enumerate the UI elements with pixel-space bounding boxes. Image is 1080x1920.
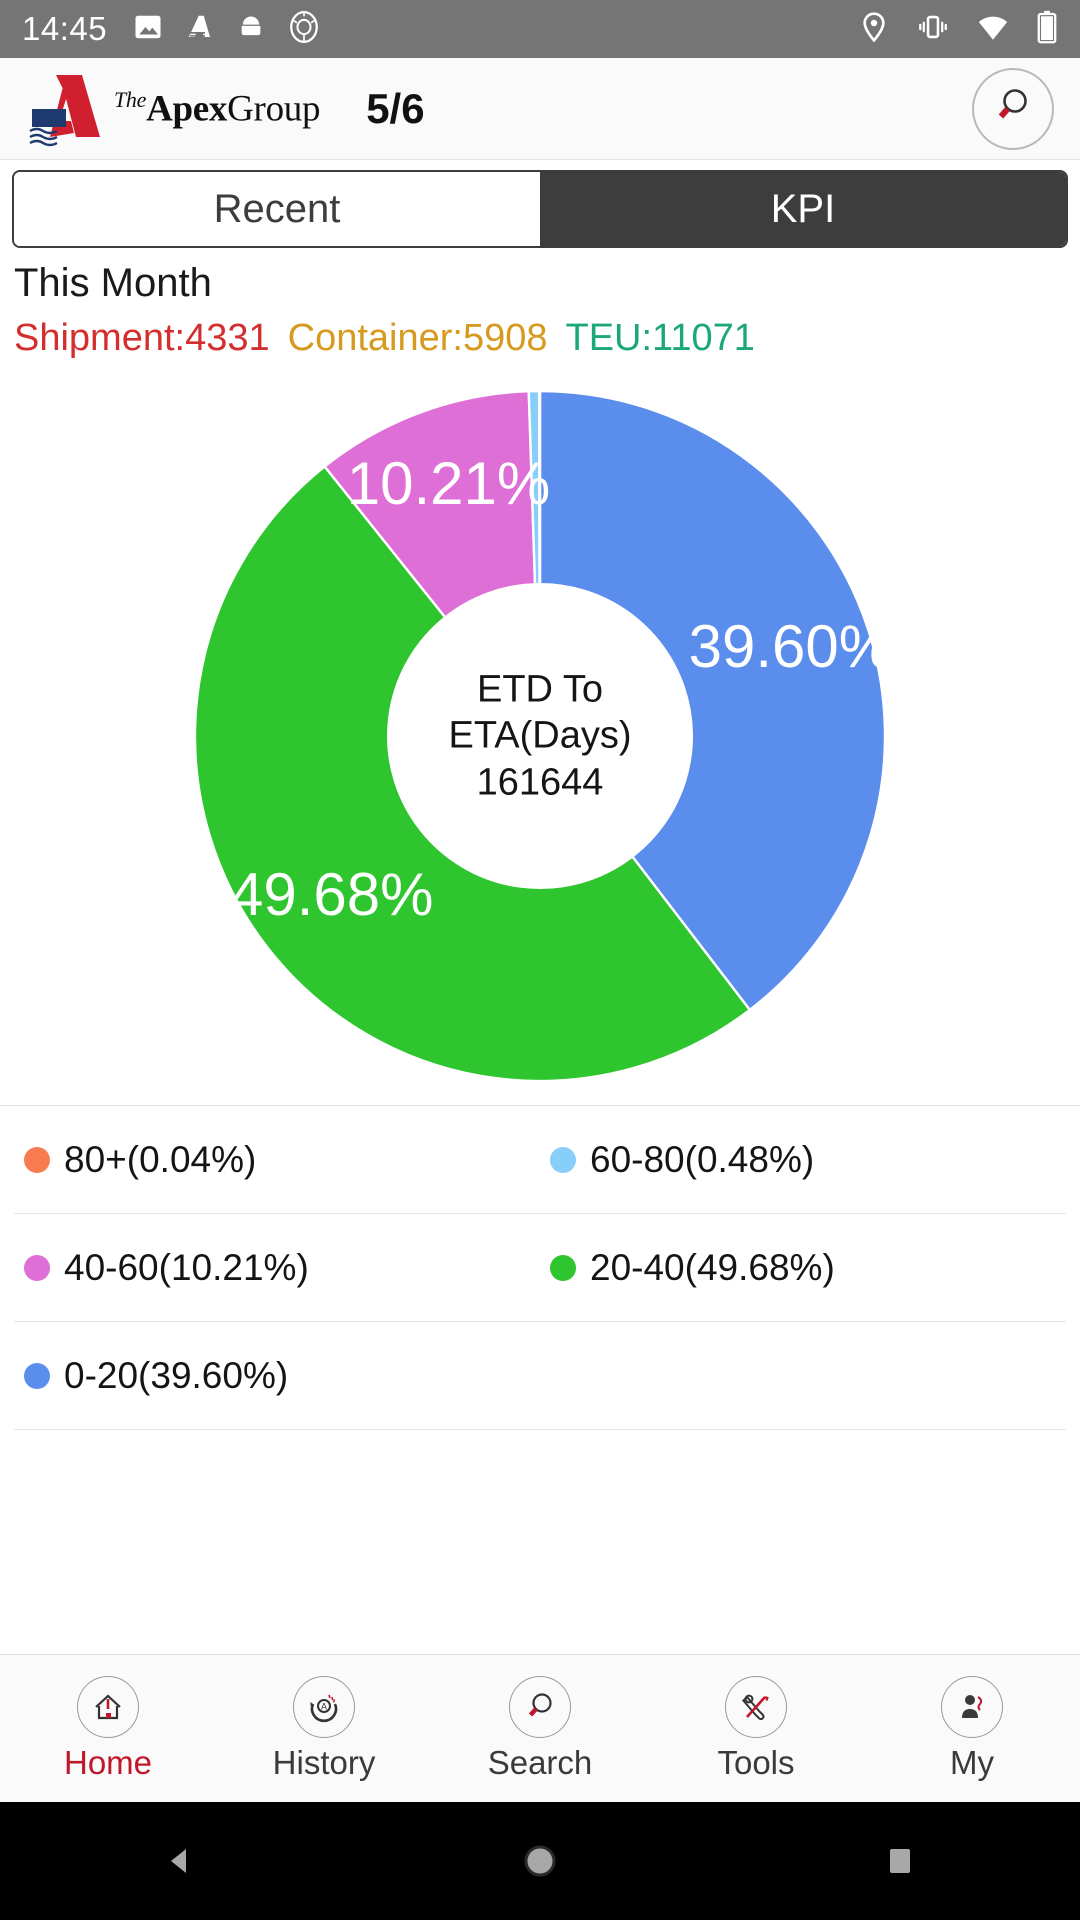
- legend-row: 80+(0.04%) 60-80(0.48%): [14, 1106, 1066, 1215]
- brand-the: The: [114, 86, 147, 112]
- app-header: TheApexGroup 5/6: [0, 58, 1080, 160]
- home-icon: [77, 1675, 139, 1738]
- summary-period-label: This Month: [14, 261, 212, 305]
- stat-container: Container:5908: [287, 317, 548, 360]
- legend-item-60-80[interactable]: 60-80(0.48%): [540, 1139, 1066, 1181]
- vibrate-icon: [916, 10, 950, 49]
- search-icon: [509, 1675, 571, 1738]
- recents-square-icon[interactable]: [810, 1802, 990, 1920]
- legend-dot-icon: [24, 1146, 50, 1173]
- legend-row: 0-20(39.60%): [14, 1322, 1066, 1431]
- status-bar-system-icons: [858, 10, 1058, 49]
- nav-item-tools[interactable]: Tools: [648, 1675, 864, 1782]
- brand-wordmark: TheApexGroup: [114, 87, 320, 130]
- nav-label: Tools: [717, 1743, 795, 1781]
- donut-slice-label-20-40: 49.68%: [230, 861, 434, 928]
- nav-label: History: [272, 1743, 376, 1781]
- home-circle-icon[interactable]: [450, 1802, 630, 1920]
- legend-dot-icon: [550, 1146, 576, 1173]
- legend-label: 0-20(39.60%): [64, 1354, 289, 1396]
- back-triangle-icon[interactable]: [90, 1802, 270, 1920]
- legend-label: 80+(0.04%): [64, 1138, 257, 1180]
- summary-section: This Month Shipment:4331 Container:5908 TE…: [0, 256, 1080, 366]
- battery-icon: [1036, 10, 1058, 49]
- donut-slice-label-0-20: 39.60%: [689, 613, 885, 680]
- nav-item-home[interactable]: Home: [0, 1675, 216, 1782]
- brand-apex: Apex: [146, 88, 228, 130]
- android-status-bar: 14:45: [0, 0, 1080, 58]
- android-navigation-bar: [0, 1802, 1080, 1920]
- nav-label: Search: [487, 1743, 593, 1781]
- nav-label: Home: [63, 1743, 153, 1781]
- svg-text:A: A: [321, 1701, 327, 1711]
- chart-legend: 80+(0.04%) 60-80(0.48%) 40-60(10.21%) 20…: [0, 1106, 1080, 1654]
- legend-item-20-40[interactable]: 20-40(49.68%): [540, 1247, 1066, 1289]
- stat-shipment: Shipment:4331: [14, 317, 270, 360]
- apex-app-icon: [185, 12, 215, 47]
- kpi-chart-area: 39.60% 49.68% 10.21% ETD To ETA(Days) 1616…: [0, 366, 1080, 1107]
- nav-label: My: [950, 1743, 994, 1781]
- tools-icon: [725, 1675, 787, 1738]
- apex-steering-icon: [287, 10, 321, 49]
- legend-item-40-60[interactable]: 40-60(10.21%): [14, 1247, 540, 1289]
- header-search-button[interactable]: [972, 67, 1054, 150]
- tab-kpi[interactable]: KPI: [540, 172, 1066, 246]
- legend-dot-icon: [24, 1362, 50, 1389]
- legend-label: 40-60(10.21%): [64, 1246, 309, 1288]
- nav-item-history[interactable]: A History: [216, 1675, 432, 1782]
- legend-label: 20-40(49.68%): [590, 1246, 835, 1288]
- status-bar-clock: 14:45: [22, 10, 108, 47]
- history-gauge-icon: A: [293, 1675, 355, 1738]
- legend-item-80-plus[interactable]: 80+(0.04%): [14, 1139, 540, 1181]
- donut-slice-label-40-60: 10.21%: [347, 450, 551, 517]
- brand-block: TheApexGroup: [26, 71, 320, 147]
- legend-item-0-20[interactable]: 0-20(39.60%): [14, 1355, 540, 1397]
- tab-recent[interactable]: Recent: [14, 172, 540, 246]
- user-icon: [941, 1675, 1003, 1738]
- stat-teu: TEU:11071: [565, 317, 755, 360]
- legend-dot-icon: [24, 1254, 50, 1281]
- wifi-icon: [976, 10, 1010, 49]
- nav-item-search[interactable]: Search: [432, 1675, 648, 1782]
- donut-svg: 39.60% 49.68% 10.21%: [195, 390, 885, 1081]
- page-counter: 5/6: [366, 84, 425, 132]
- summary-stats-row: Shipment:4331 Container:5908 TEU:11071: [14, 311, 1066, 366]
- tab-bar-wrapper: Recent KPI: [0, 160, 1080, 256]
- legend-row: 40-60(10.21%) 20-40(49.68%): [14, 1214, 1066, 1323]
- nav-item-my[interactable]: My: [864, 1675, 1080, 1782]
- bottom-navigation-bar: Home A History Search Tools My: [0, 1654, 1080, 1802]
- legend-dot-icon: [550, 1254, 576, 1281]
- phone-screen: 14:45 TheApexGroup 5/6 Recent KPI This M…: [0, 0, 1080, 1920]
- image-icon: [133, 12, 163, 47]
- apex-group-logo: [26, 71, 110, 147]
- legend-label: 60-80(0.48%): [590, 1138, 815, 1180]
- search-icon: [989, 82, 1037, 135]
- tab-bar: Recent KPI: [12, 170, 1068, 248]
- status-bar-notification-icons: [133, 10, 321, 49]
- location-pin-icon: [858, 11, 890, 48]
- etd-eta-donut-chart[interactable]: 39.60% 49.68% 10.21% ETD To ETA(Days) 1616…: [195, 390, 885, 1081]
- brand-group: Group: [227, 88, 321, 130]
- android-icon: [237, 13, 265, 46]
